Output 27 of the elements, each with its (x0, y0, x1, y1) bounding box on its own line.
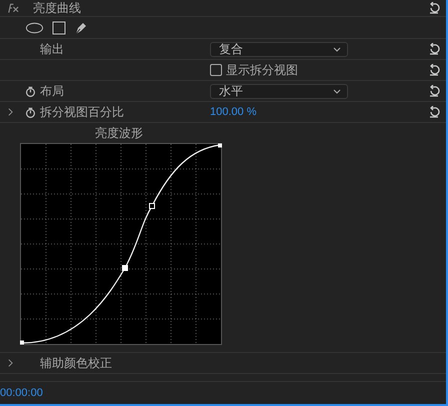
fx-icon[interactable] (6, 3, 19, 13)
reset-icon[interactable] (428, 85, 440, 97)
percentage-value[interactable]: 100.00 % (210, 106, 256, 118)
pen-icon[interactable] (74, 20, 88, 34)
checkbox[interactable] (210, 64, 222, 76)
stopwatch-icon[interactable] (24, 86, 36, 96)
caret-icon (333, 88, 341, 94)
expand-chevron-icon[interactable] (8, 359, 12, 367)
caret-icon (333, 46, 341, 52)
section-label[interactable]: 辅助颜色校正 (40, 354, 112, 372)
checkbox-label[interactable]: 显示拆分视图 (226, 62, 298, 78)
dropdown[interactable]: 水平 (210, 84, 348, 98)
effect-title: 亮度曲线 (33, 0, 82, 16)
dropdown[interactable]: 复合 (210, 42, 348, 56)
reset-icon[interactable] (428, 106, 440, 118)
timecode[interactable]: 00:00:00 (0, 387, 43, 399)
reset-icon[interactable] (428, 43, 440, 55)
luma-curve-drawing[interactable] (20, 143, 222, 345)
rectangle-mask-icon[interactable] (52, 20, 66, 34)
expand-chevron-icon[interactable] (8, 108, 12, 116)
property-label: 布局 (40, 82, 65, 100)
reset-icon[interactable] (428, 2, 440, 14)
property-label: 拆分视图百分比 (40, 104, 125, 120)
property-label: 输出 (40, 40, 65, 58)
reset-icon[interactable] (428, 64, 440, 76)
stopwatch-icon[interactable] (24, 106, 36, 118)
ellipse-mask-icon[interactable] (25, 22, 44, 34)
